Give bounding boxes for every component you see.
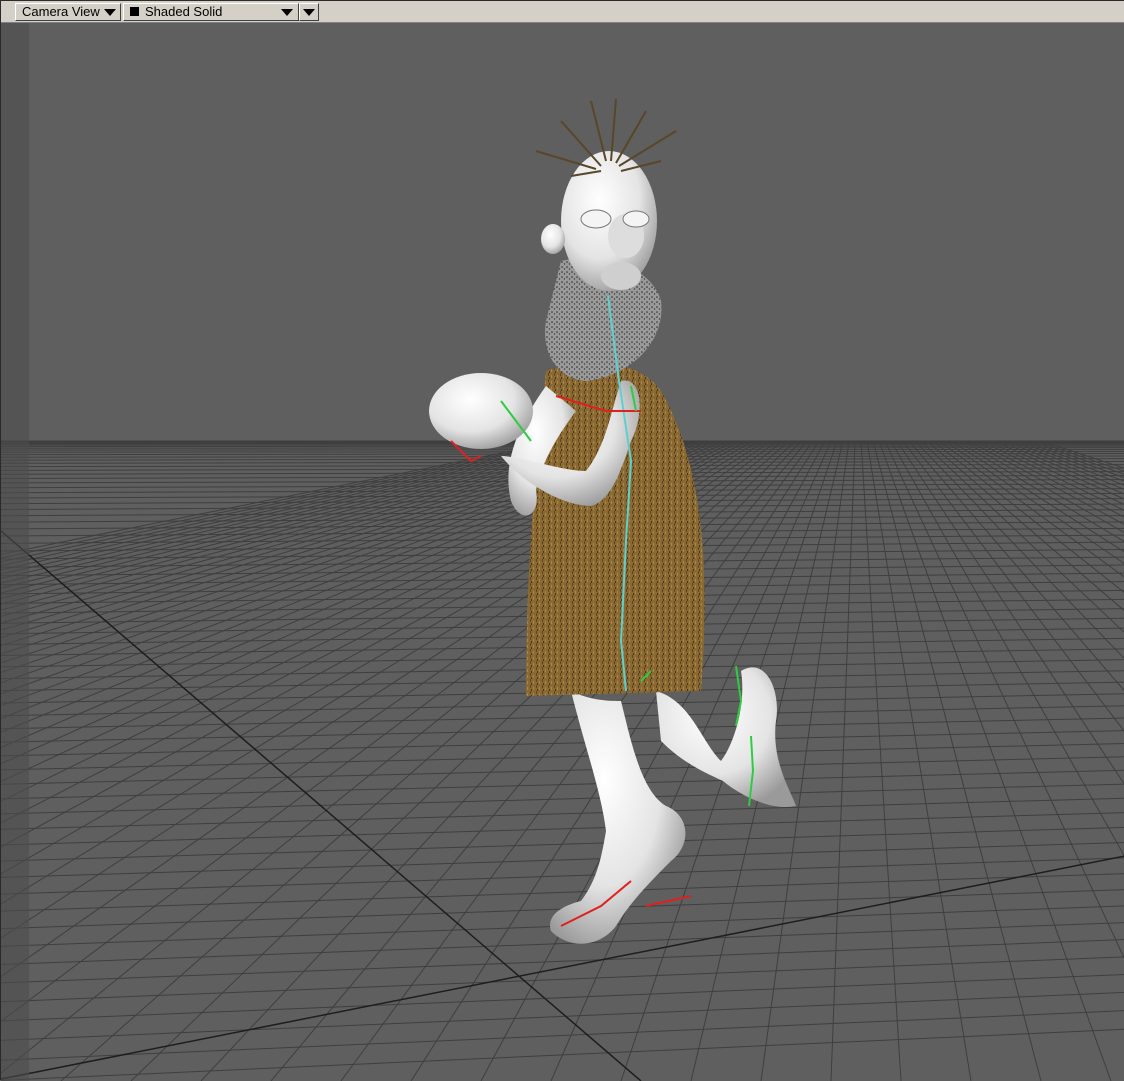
viewport-window: Camera View Shaded Solid xyxy=(0,0,1124,1080)
viewport-left-edge xyxy=(1,23,29,1081)
hands xyxy=(429,373,533,449)
view-type-label: Camera View xyxy=(22,4,100,20)
scene-canvas xyxy=(1,23,1124,1081)
right-eye xyxy=(623,211,649,227)
ear xyxy=(541,224,565,254)
left-eye xyxy=(581,210,611,228)
chevron-down-icon xyxy=(303,9,315,16)
shading-mode-dropdown[interactable]: Shaded Solid xyxy=(123,3,299,21)
chevron-down-icon xyxy=(104,9,116,16)
mouth xyxy=(601,262,641,290)
viewport-header: Camera View Shaded Solid xyxy=(1,1,1124,23)
viewport-options-button[interactable] xyxy=(299,3,319,21)
chevron-down-icon xyxy=(281,9,293,16)
3d-viewport[interactable] xyxy=(1,23,1124,1081)
shading-mode-label: Shaded Solid xyxy=(145,4,222,20)
view-type-dropdown[interactable]: Camera View xyxy=(15,3,121,21)
square-swatch-icon xyxy=(130,7,139,16)
